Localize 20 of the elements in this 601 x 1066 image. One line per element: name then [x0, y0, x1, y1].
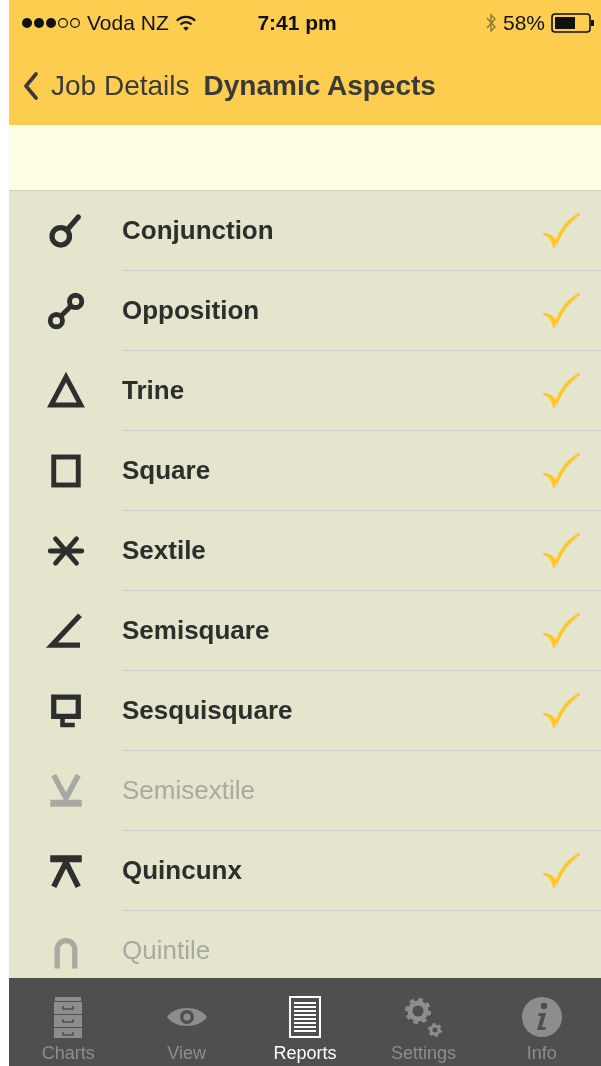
info-icon: [519, 995, 564, 1039]
carrier-name: Voda NZ: [87, 11, 169, 35]
aspect-label[interactable]: Sextile: [122, 535, 206, 566]
back-chevron-icon: [23, 71, 39, 100]
aspect-label[interactable]: Semisquare: [122, 615, 270, 646]
battery-percent: 58%: [502, 11, 545, 35]
aspect-label[interactable]: Quincunx: [122, 855, 242, 886]
bluetooth-icon: [484, 12, 497, 34]
back-button[interactable]: Job Details: [23, 69, 190, 102]
signal-icon: [21, 17, 81, 29]
aspect-label[interactable]: Sesquisquare: [122, 695, 293, 726]
aspect-label[interactable]: Square: [122, 455, 211, 486]
aspect-label[interactable]: Opposition: [122, 295, 260, 326]
aspect-label[interactable]: Conjunction: [122, 215, 274, 246]
aspect-label[interactable]: Trine: [122, 375, 185, 406]
tab-bar-item[interactable]: Reports: [245, 978, 365, 1066]
wifi-icon: [174, 14, 197, 32]
page-title: Dynamic Aspects: [203, 69, 436, 102]
battery-icon: [551, 13, 595, 33]
clock-time: 7:41 pm: [257, 11, 337, 35]
